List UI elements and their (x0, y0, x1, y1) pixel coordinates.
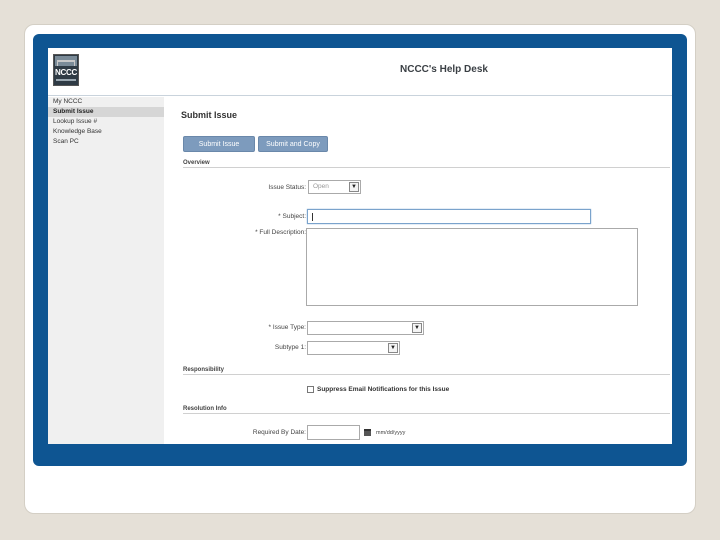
subject-label: * Subject: (278, 213, 306, 220)
building-icon (57, 60, 75, 66)
issue-status-value: Open (313, 183, 329, 190)
sidebar-item-submit-issue[interactable]: Submit Issue (48, 107, 164, 117)
issue-status-label: Issue Status: (268, 184, 306, 191)
logo-underline (56, 79, 76, 81)
header: NCCC NCCC's Help Desk (48, 48, 672, 96)
issue-status-select[interactable]: Open ▼ (308, 180, 361, 194)
required-by-date-label: Required By Date: (252, 429, 306, 436)
submit-and-copy-button[interactable]: Submit and Copy (258, 136, 328, 152)
logo[interactable]: NCCC (53, 54, 79, 86)
section-responsibility: Responsibility (183, 367, 670, 375)
section-overview: Overview (183, 160, 670, 168)
required-by-date-input[interactable] (307, 425, 360, 440)
issue-type-select[interactable]: ▼ (307, 321, 424, 335)
sidebar: My NCCC Submit Issue Lookup Issue # Know… (48, 97, 164, 444)
suppress-email-label: Suppress Email Notifications for this Is… (317, 386, 450, 393)
chevron-down-icon: ▼ (388, 343, 398, 353)
page-title: Submit Issue (181, 110, 238, 120)
full-description-textarea[interactable] (306, 228, 638, 306)
date-format-hint: mm/dd/yyyy (376, 430, 406, 436)
chevron-down-icon: ▼ (349, 182, 359, 192)
sidebar-item-knowledge-base[interactable]: Knowledge Base (48, 127, 164, 137)
full-description-label: * Full Description: (255, 229, 306, 236)
calendar-icon[interactable] (364, 429, 371, 436)
issue-type-label: * Issue Type: (268, 324, 306, 331)
subtype-label: Subtype 1: (274, 344, 306, 351)
chevron-down-icon: ▼ (412, 323, 422, 333)
subject-input[interactable] (307, 209, 591, 224)
submit-issue-button[interactable]: Submit Issue (183, 136, 255, 152)
sidebar-item-lookup-issue[interactable]: Lookup Issue # (48, 117, 164, 127)
suppress-email-checkbox[interactable] (307, 386, 314, 393)
app-title: NCCC's Help Desk (400, 64, 488, 75)
section-resolution-info: Resolution Info (183, 406, 670, 414)
subtype-select[interactable]: ▼ (307, 341, 400, 355)
text-caret (312, 213, 313, 221)
sidebar-item-my-nccc[interactable]: My NCCC (48, 97, 164, 107)
sidebar-item-scan-pc[interactable]: Scan PC (48, 137, 164, 147)
logo-text: NCCC (55, 68, 77, 77)
